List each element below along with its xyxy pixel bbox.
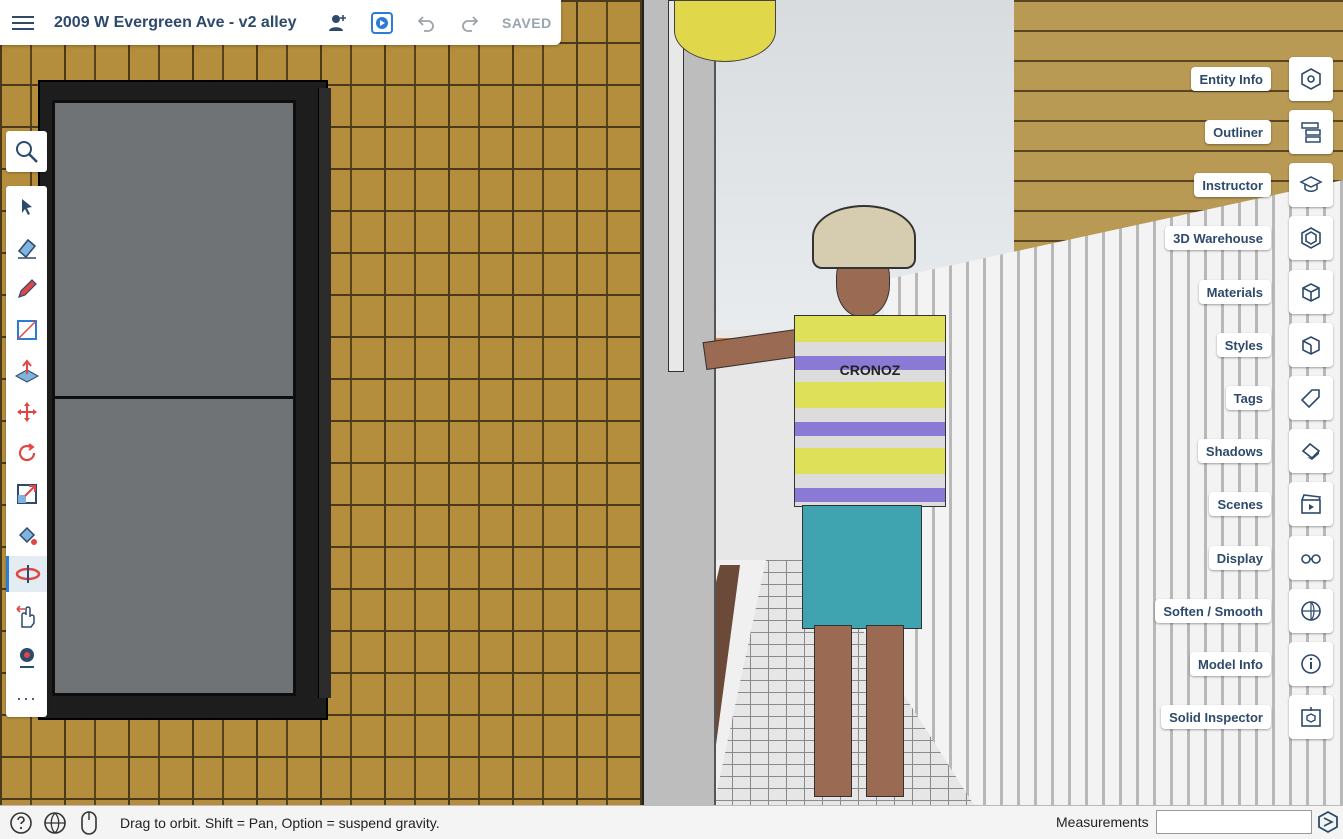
tags-icon[interactable] — [1289, 376, 1333, 420]
more-icon: ··· — [16, 687, 37, 708]
eraser-icon — [17, 238, 36, 259]
scenes-icon[interactable] — [1289, 482, 1333, 526]
sketchup-logo-icon — [1316, 810, 1340, 834]
panel-label-scenes[interactable]: Scenes — [1209, 492, 1271, 516]
instructor-icon[interactable] — [1289, 163, 1333, 207]
window-frame-side — [318, 88, 331, 698]
person-figure: CRONOZ — [702, 205, 964, 805]
solid-inspector-icon[interactable] — [1289, 695, 1333, 739]
search-icon — [15, 140, 38, 163]
orbit-icon — [15, 565, 41, 583]
document-title[interactable]: 2009 W Evergreen Ave - v2 alley — [54, 14, 316, 32]
3d-viewport[interactable]: CRONOZ — [0, 0, 1343, 805]
pencil-tool[interactable] — [6, 271, 47, 307]
rectangle-tool[interactable] — [6, 312, 47, 348]
orbit-tool[interactable] — [6, 556, 47, 592]
panel-label-instructor[interactable]: Instructor — [1194, 173, 1271, 197]
select-tool[interactable] — [6, 189, 47, 225]
person-leg-right — [866, 625, 904, 797]
outliner-icon[interactable] — [1289, 110, 1333, 154]
panel-label-tags[interactable]: Tags — [1225, 386, 1271, 410]
move-tool[interactable] — [6, 394, 47, 430]
window-upper-sash — [52, 100, 296, 400]
display-icon[interactable] — [1289, 536, 1333, 580]
panel-label-outliner[interactable]: Outliner — [1205, 120, 1271, 144]
scale-tool[interactable] — [6, 476, 47, 512]
panel-label-display[interactable]: Display — [1208, 546, 1271, 570]
person-leg-left — [814, 625, 852, 797]
eraser-tool[interactable] — [6, 230, 47, 266]
panel-label-soften-smooth[interactable]: Soften / Smooth — [1155, 599, 1271, 623]
push-pull-icon — [14, 359, 39, 383]
pan-icon — [15, 605, 35, 628]
model-info-icon[interactable] — [1289, 642, 1333, 686]
redo-icon[interactable] — [458, 11, 482, 35]
utility-pole — [668, 0, 684, 372]
undo-icon[interactable] — [414, 11, 438, 35]
status-hint: Drag to orbit. Shift = Pan, Option = sus… — [120, 814, 440, 831]
measurements-input[interactable] — [1156, 810, 1312, 834]
present-icon[interactable] — [370, 11, 394, 35]
position-camera-tool[interactable] — [6, 639, 47, 675]
tools-toolbar: ··· — [6, 186, 47, 717]
rotate-tool[interactable] — [6, 435, 47, 471]
search-button[interactable] — [6, 131, 47, 172]
paint-bucket-icon — [18, 526, 37, 545]
paint-bucket-tool[interactable] — [6, 517, 47, 553]
select-icon — [21, 199, 32, 215]
panel-label-model-info[interactable]: Model Info — [1190, 652, 1271, 676]
window-lower-sash — [52, 396, 296, 696]
menu-icon[interactable] — [12, 15, 34, 30]
person-shorts — [802, 505, 922, 629]
panel-label-entity-info[interactable]: Entity Info — [1191, 67, 1271, 91]
scale-icon — [16, 484, 37, 504]
panel-label-3d-warehouse[interactable]: 3D Warehouse — [1165, 226, 1271, 250]
soften-smooth-icon[interactable] — [1289, 589, 1333, 633]
yellow-object — [674, 0, 776, 62]
more-tools-button[interactable]: ··· — [6, 680, 47, 716]
shirt-text: CRONOZ — [839, 362, 901, 378]
mouse-icon[interactable] — [76, 810, 102, 836]
move-icon — [16, 402, 37, 422]
shadows-icon[interactable] — [1289, 429, 1333, 473]
rectangle-icon — [16, 320, 37, 340]
panel-label-shadows[interactable]: Shadows — [1197, 439, 1271, 463]
materials-icon[interactable] — [1289, 270, 1333, 314]
panel-label-materials[interactable]: Materials — [1198, 280, 1271, 304]
position-camera-icon — [19, 648, 34, 668]
pencil-icon — [17, 279, 37, 298]
status-bar: Drag to orbit. Shift = Pan, Option = sus… — [0, 805, 1343, 839]
help-icon[interactable] — [8, 810, 34, 836]
measurements-label: Measurements — [1056, 814, 1149, 830]
globe-icon[interactable] — [42, 810, 68, 836]
alley-left-wall — [644, 0, 716, 805]
entity-info-icon[interactable] — [1289, 57, 1333, 101]
add-collaborator-icon[interactable] — [326, 11, 350, 35]
pan-tool[interactable] — [6, 598, 47, 634]
person-shirt: CRONOZ — [794, 315, 946, 507]
saved-status: SAVED — [502, 14, 552, 31]
styles-icon[interactable] — [1289, 323, 1333, 367]
panel-label-solid-inspector[interactable]: Solid Inspector — [1161, 705, 1271, 729]
panel-label-styles[interactable]: Styles — [1216, 333, 1271, 357]
rotate-icon — [18, 443, 35, 462]
push-pull-tool[interactable] — [6, 353, 47, 389]
person-hat — [812, 205, 916, 269]
warehouse-icon[interactable] — [1289, 216, 1333, 260]
title-bar: 2009 W Evergreen Ave - v2 alley SAVED — [0, 0, 561, 45]
